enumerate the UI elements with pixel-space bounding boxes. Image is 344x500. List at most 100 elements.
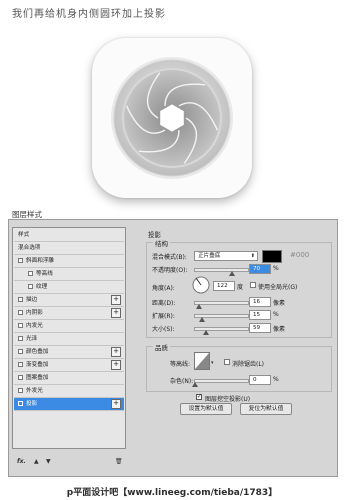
style-checkbox[interactable] bbox=[18, 349, 23, 354]
fx-button[interactable]: fx. bbox=[17, 458, 26, 465]
angle-label: 角度(A): bbox=[152, 285, 175, 292]
style-item[interactable]: 光泽 bbox=[14, 333, 124, 346]
opacity-input[interactable]: 70 bbox=[249, 264, 271, 274]
opacity-slider-thumb[interactable] bbox=[229, 271, 235, 276]
style-checkbox[interactable] bbox=[18, 401, 23, 406]
structure-title: 结构 bbox=[153, 238, 170, 248]
make-default-button[interactable]: 设置为默认值 bbox=[180, 403, 232, 415]
style-item[interactable]: 投影 + bbox=[14, 398, 124, 411]
spread-slider-thumb[interactable] bbox=[199, 317, 205, 322]
style-item-label: 颜色叠加 bbox=[26, 349, 49, 355]
global-light-label: 使用全局光(G) bbox=[258, 284, 298, 291]
quality-title: 品质 bbox=[153, 342, 170, 352]
add-style-icon[interactable]: + bbox=[111, 295, 121, 305]
move-down-button[interactable]: ▼ bbox=[46, 458, 51, 465]
style-item[interactable]: 混合选项 bbox=[14, 242, 124, 255]
style-item[interactable]: 颜色叠加 + bbox=[14, 346, 124, 359]
opacity-unit: % bbox=[273, 265, 279, 272]
knockout-label: 图层挖空投影(U) bbox=[205, 396, 251, 403]
blend-mode-value: 正片叠底 bbox=[198, 253, 221, 259]
style-checkbox[interactable] bbox=[18, 362, 23, 367]
style-item[interactable]: 内阴影 + bbox=[14, 307, 124, 320]
style-item[interactable]: 渐变叠加 + bbox=[14, 359, 124, 372]
add-style-icon[interactable]: + bbox=[111, 347, 121, 357]
size-slider-thumb[interactable] bbox=[203, 330, 209, 335]
global-light-checkbox[interactable] bbox=[250, 282, 256, 288]
style-item-label: 混合选项 bbox=[18, 245, 41, 251]
noise-unit: % bbox=[273, 376, 279, 383]
style-item[interactable]: 样式 bbox=[14, 229, 124, 242]
noise-label: 杂色(N): bbox=[170, 378, 194, 385]
contour-label: 等高线: bbox=[170, 361, 191, 368]
spread-label: 扩展(R): bbox=[152, 313, 175, 320]
style-item[interactable]: 描边 + bbox=[14, 294, 124, 307]
contour-picker[interactable]: ▾ bbox=[194, 352, 216, 370]
add-style-icon[interactable]: + bbox=[111, 308, 121, 318]
add-style-icon[interactable]: + bbox=[111, 360, 121, 370]
distance-slider-thumb[interactable] bbox=[196, 304, 202, 309]
quality-group bbox=[146, 346, 332, 392]
style-item-label: 纹理 bbox=[36, 284, 48, 290]
distance-slider[interactable] bbox=[194, 301, 249, 305]
style-checkbox[interactable] bbox=[18, 258, 23, 263]
style-item-label: 渐变叠加 bbox=[26, 362, 49, 368]
opacity-slider[interactable] bbox=[194, 268, 249, 272]
size-unit: 像素 bbox=[273, 326, 286, 333]
svg-text:▾: ▾ bbox=[211, 360, 214, 366]
knockout-checkbox[interactable]: ✓ bbox=[196, 394, 202, 400]
distance-input[interactable]: 16 bbox=[249, 297, 271, 307]
reset-default-button[interactable]: 复位为默认值 bbox=[240, 403, 292, 415]
style-checkbox[interactable] bbox=[28, 271, 33, 276]
chevron-down-icon: ⬍ bbox=[250, 253, 255, 259]
style-checkbox[interactable] bbox=[18, 310, 23, 315]
distance-unit: 像素 bbox=[273, 300, 286, 307]
angle-input[interactable]: 122 bbox=[213, 281, 235, 291]
add-style-icon[interactable]: + bbox=[111, 399, 121, 409]
style-item-label: 内阴影 bbox=[26, 310, 43, 316]
style-checkbox[interactable] bbox=[18, 297, 23, 302]
size-input[interactable]: 59 bbox=[249, 323, 271, 333]
style-item-label: 等高线 bbox=[36, 271, 53, 277]
distance-label: 距离(D): bbox=[152, 300, 176, 307]
watermark: p平面设计吧【www.lineeg.com/tieba/1783】 bbox=[66, 488, 278, 498]
style-item-label: 光泽 bbox=[26, 336, 38, 342]
style-item[interactable]: 图案叠加 bbox=[14, 372, 124, 385]
styles-list-footer: fx. ▲ ▼ 🗑 bbox=[12, 458, 124, 470]
styles-list: 样式混合选项斜面和浮雕等高线纹理描边 + 内阴影 + 内发光光泽颜色叠加 + 渐变叠加 + 图案… bbox=[12, 227, 126, 449]
style-item[interactable]: 斜面和浮雕 bbox=[14, 255, 124, 268]
noise-input[interactable]: 0 bbox=[249, 375, 271, 385]
color-code: #000 bbox=[290, 251, 310, 259]
style-item-label: 投影 bbox=[26, 401, 38, 407]
style-item[interactable]: 外发光 bbox=[14, 385, 124, 398]
style-item-label: 内发光 bbox=[26, 323, 43, 329]
opacity-label: 不透明度(O): bbox=[152, 267, 188, 274]
shutter-icon bbox=[111, 57, 233, 179]
style-item-label: 描边 bbox=[26, 297, 38, 303]
style-checkbox[interactable] bbox=[18, 388, 23, 393]
style-item[interactable]: 纹理 bbox=[14, 281, 124, 294]
style-item-label: 样式 bbox=[18, 232, 30, 238]
style-item[interactable]: 等高线 bbox=[14, 268, 124, 281]
style-checkbox[interactable] bbox=[28, 284, 33, 289]
shadow-color-swatch[interactable] bbox=[262, 250, 282, 263]
blend-mode-label: 混合模式(B): bbox=[152, 254, 187, 261]
antialias-label: 消除锯齿(L) bbox=[232, 361, 265, 368]
style-item-label: 斜面和浮雕 bbox=[26, 258, 54, 264]
style-item[interactable]: 内发光 bbox=[14, 320, 124, 333]
trash-icon[interactable]: 🗑 bbox=[115, 458, 123, 465]
antialias-checkbox[interactable] bbox=[224, 359, 230, 365]
angle-dial[interactable] bbox=[192, 276, 210, 294]
noise-slider[interactable] bbox=[194, 379, 249, 383]
style-item-label: 图案叠加 bbox=[26, 375, 49, 381]
spread-unit: % bbox=[273, 311, 279, 318]
blend-mode-select[interactable]: 正片叠底 ⬍ bbox=[194, 251, 258, 261]
page-caption: 我们再给机身内侧圆环加上投影 bbox=[12, 9, 166, 20]
style-item-label: 外发光 bbox=[26, 388, 43, 394]
style-checkbox[interactable] bbox=[18, 336, 23, 341]
style-checkbox[interactable] bbox=[18, 375, 23, 380]
noise-slider-thumb[interactable] bbox=[192, 382, 198, 387]
move-up-button[interactable]: ▲ bbox=[34, 458, 39, 465]
style-checkbox[interactable] bbox=[18, 323, 23, 328]
spread-input[interactable]: 15 bbox=[249, 310, 271, 320]
size-label: 大小(S): bbox=[152, 326, 175, 333]
